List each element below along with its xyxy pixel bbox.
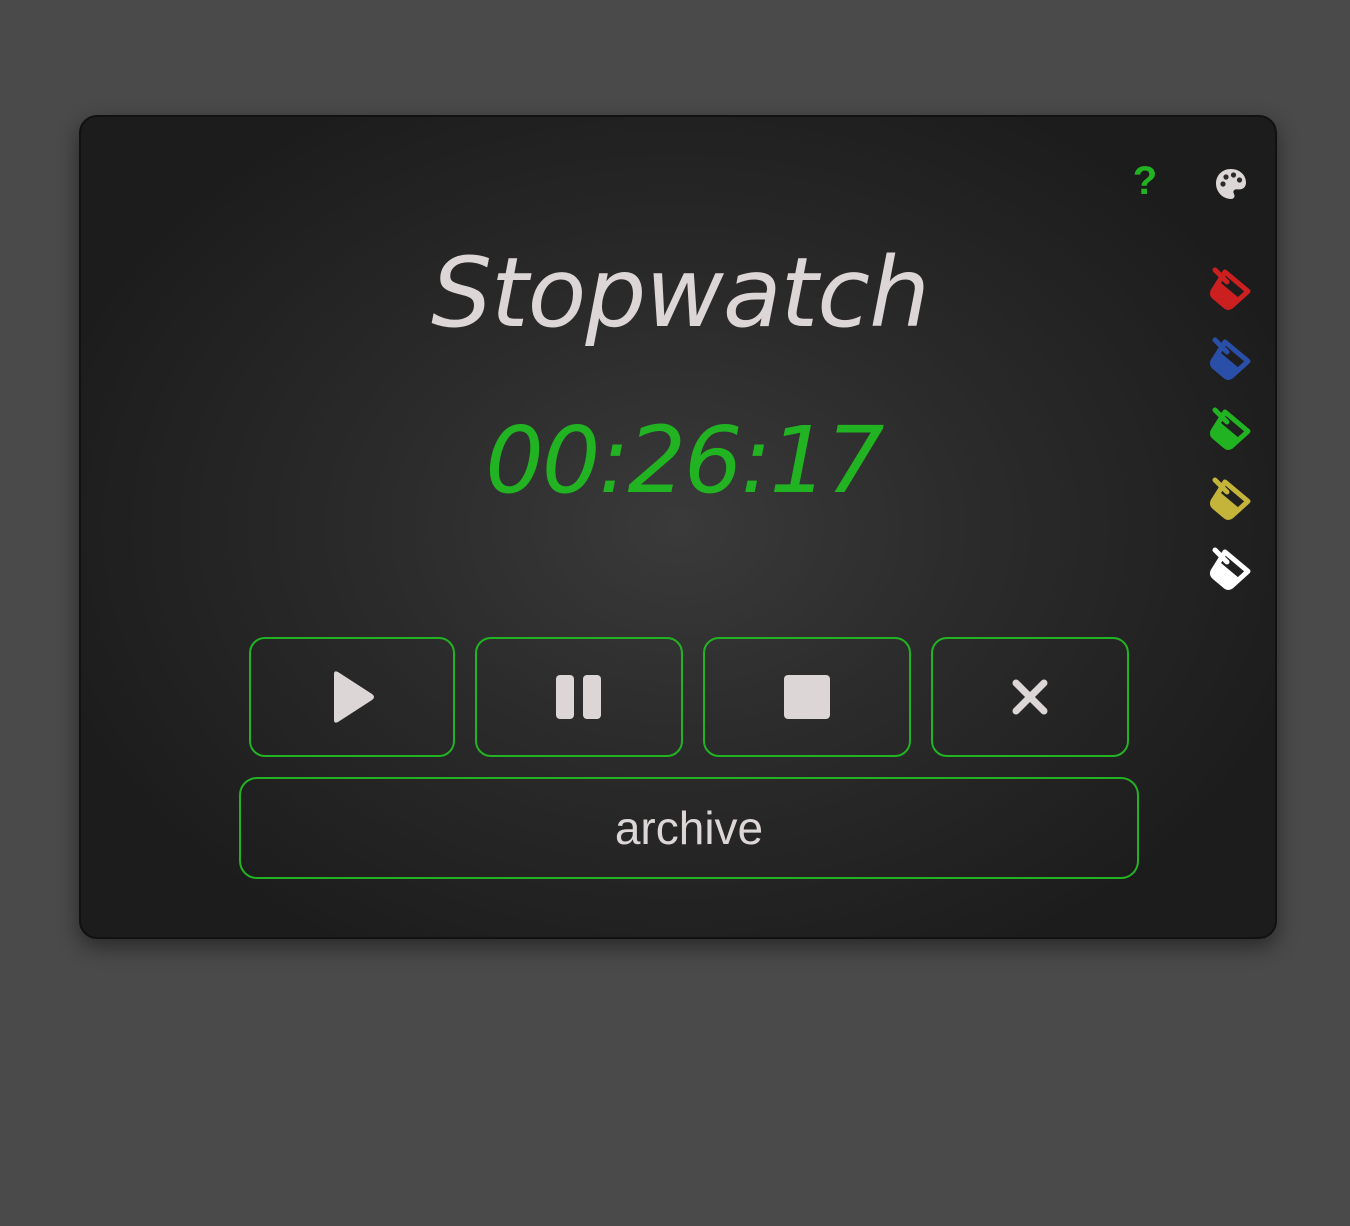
- help-icon[interactable]: ?: [1129, 159, 1161, 207]
- elapsed-time: 00:26:17: [485, 407, 884, 514]
- palette-icon[interactable]: [1214, 167, 1248, 201]
- stop-icon: [784, 675, 830, 719]
- play-icon: [334, 671, 374, 723]
- stop-button[interactable]: [703, 637, 911, 757]
- close-icon: [1012, 679, 1048, 715]
- pause-button[interactable]: [475, 637, 683, 757]
- play-button[interactable]: [249, 637, 455, 757]
- stopwatch-card: ? Stopwatch 00:26:17 archive: [79, 115, 1277, 939]
- pause-icon: [556, 675, 601, 719]
- theme-white-bucket-icon[interactable]: [1205, 540, 1259, 594]
- reset-button[interactable]: [931, 637, 1129, 757]
- archive-button[interactable]: archive: [239, 777, 1139, 879]
- app-title: Stopwatch: [431, 237, 930, 349]
